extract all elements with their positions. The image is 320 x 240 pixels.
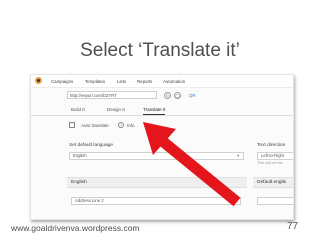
info-icon[interactable]: i [118, 122, 124, 128]
auto-translate-checkbox[interactable] [69, 122, 75, 128]
nav-automation[interactable]: Automation [163, 79, 185, 84]
share-url-field[interactable]: http://eepurl.com/bZYRT [67, 91, 157, 99]
qr-link[interactable]: QR [189, 93, 196, 98]
default-language-select[interactable]: English ▼ [69, 152, 244, 160]
page-number: 77 [287, 221, 299, 232]
text-direction-value: Left-to-Right [261, 153, 285, 158]
copy-icon[interactable]: ↻ [164, 91, 171, 99]
mailchimp-logo-icon [35, 77, 42, 84]
chevron-down-icon: ▼ [236, 154, 240, 158]
language-section-header: English [67, 177, 247, 188]
tab-translate-it[interactable]: Translate It [143, 107, 166, 115]
tab-bar: Build It Design It Translate It [31, 105, 293, 116]
nav-reports[interactable]: Reports [137, 79, 152, 84]
tab-design-it[interactable]: Design It [107, 107, 125, 112]
tab-build-it[interactable]: Build It [71, 107, 85, 112]
language-section-label: English [71, 180, 87, 185]
text-direction-select[interactable]: Left-to-Right [257, 152, 293, 160]
app-screenshot: Campaigns Templates Lists Reports Automa… [30, 74, 294, 220]
default-section-header: Default englis [253, 177, 293, 188]
footer-url: www.goaldrivenva.wordpress.com [11, 223, 140, 233]
default-language-label: Set default language [69, 143, 114, 148]
text-direction-label: Text direction [257, 143, 286, 148]
nav-campaigns[interactable]: Campaigns [51, 79, 73, 84]
default-section-label: Default englis [257, 180, 287, 185]
top-nav: Campaigns Templates Lists Reports Automa… [31, 75, 293, 88]
nav-templates[interactable]: Templates [85, 79, 105, 84]
slide-title: Select ‘Translate it’ [80, 40, 240, 61]
nav-lists[interactable]: Lists [117, 79, 126, 84]
address-line-2-field[interactable]: Address Line 2 [71, 197, 241, 205]
twitter-icon[interactable]: ◯ [174, 91, 181, 99]
default-language-value: English [73, 153, 87, 158]
default-address-field[interactable] [257, 197, 293, 205]
text-direction-hint: This will set the [257, 161, 283, 165]
auto-translate-label: Auto translate [81, 122, 109, 128]
info-label: Info [127, 122, 135, 128]
